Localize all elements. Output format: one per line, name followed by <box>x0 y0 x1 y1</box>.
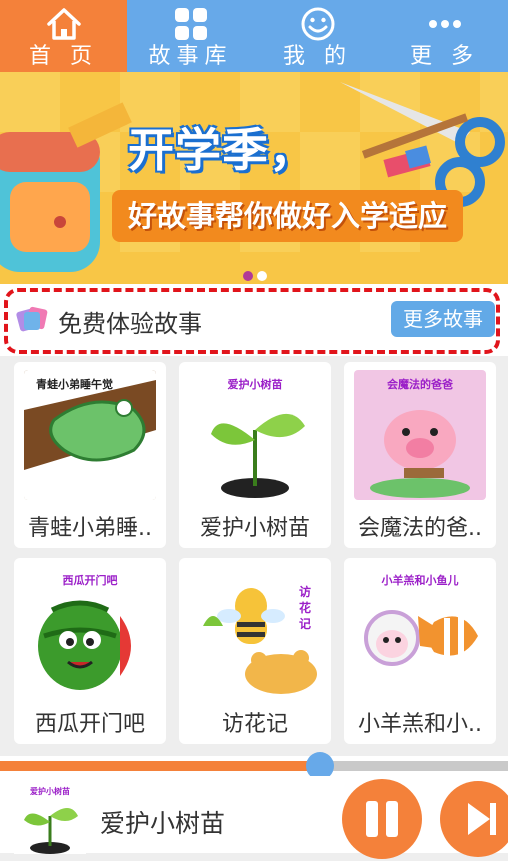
story-title: 西瓜开门吧 <box>34 712 145 737</box>
next-button[interactable] <box>440 781 508 857</box>
cards-icon <box>16 306 48 332</box>
story-card[interactable]: 青蛙小弟睡午觉 青蛙小弟睡.. <box>14 362 166 548</box>
bee-bear-illustration: 访 花 记 <box>203 584 317 694</box>
nav-label-library: 故事库 <box>148 44 233 69</box>
nav-item-library[interactable]: 故事库 <box>127 0 254 72</box>
story-cover-image: 青蛙小弟睡午觉 <box>24 370 156 500</box>
banner-subtitle: 好故事帮你做好入学适应 <box>112 190 464 242</box>
now-playing-title: 爱护小树苗 <box>100 809 226 838</box>
story-cover-caption: 青蛙小弟睡午觉 <box>36 378 113 391</box>
svg-text:花: 花 <box>299 600 311 615</box>
more-stories-button[interactable]: 更多故事 <box>391 301 495 337</box>
promo-banner[interactable]: 开学季， 好故事帮你做好入学适应 <box>0 72 508 284</box>
nav-item-more[interactable]: 更 多 <box>381 0 508 72</box>
free-stories-header: 免费体验故事 更多故事 <box>0 284 508 356</box>
banner-title: 开学季， <box>128 123 316 177</box>
story-title: 爱护小树苗 <box>199 516 310 541</box>
story-title: 青蛙小弟睡.. <box>28 516 152 541</box>
mini-player: 爱护小树苗 爱护小树苗 <box>0 776 508 859</box>
story-card[interactable]: 爱护小树苗 爱护小树苗 <box>179 362 331 548</box>
story-cover-image: 西瓜开门吧 <box>24 566 156 696</box>
section-title: 免费体验故事 <box>58 310 202 338</box>
story-cover-caption: 小羊羔和小鱼儿 <box>381 574 459 587</box>
banner-dot-active <box>243 271 253 281</box>
story-cover-caption: 爱护小树苗 <box>227 378 283 391</box>
story-card[interactable]: 西瓜开门吧 西瓜开门吧 <box>14 558 166 744</box>
story-card[interactable]: 访 花 记 访花记 <box>179 558 331 744</box>
story-card[interactable]: 会魔法的爸爸 会魔法的爸.. <box>344 362 496 548</box>
story-cover-image: 访 花 记 <box>189 566 321 696</box>
story-title: 访花记 <box>221 712 288 737</box>
story-title: 小羊羔和小.. <box>358 712 482 737</box>
story-card[interactable]: 小羊羔和小鱼儿 小羊羔和小.. <box>344 558 496 744</box>
story-cover-image: 爱护小树苗 <box>189 370 321 500</box>
player-cover-image: 爱护小树苗 <box>14 784 86 854</box>
progress-fill <box>0 761 321 771</box>
story-cover-image: 小羊羔和小鱼儿 <box>354 566 486 696</box>
story-cover-caption: 西瓜开门吧 <box>62 574 118 587</box>
nav-item-home[interactable]: 首 页 <box>0 0 127 72</box>
grid-icon <box>171 4 211 44</box>
nav-label-mine: 我 的 <box>283 44 352 69</box>
story-title: 会魔法的爸.. <box>358 516 482 541</box>
nav-label-more: 更 多 <box>410 44 479 69</box>
progress-track <box>0 752 508 780</box>
smiley-icon <box>298 4 338 44</box>
svg-text:记: 记 <box>299 617 311 631</box>
svg-text:访: 访 <box>299 584 311 599</box>
pause-button[interactable] <box>342 779 422 859</box>
banner-dot <box>257 271 267 281</box>
story-cover-caption: 会魔法的爸爸 <box>387 378 453 391</box>
story-cover-image: 会魔法的爸爸 <box>354 370 486 500</box>
skip-next-icon <box>468 803 496 835</box>
playback-progress[interactable] <box>0 752 508 780</box>
more-dots-icon <box>425 4 465 44</box>
player-cover-caption: 爱护小树苗 <box>30 787 70 796</box>
top-nav: 首 页 故事库 我 的 更 多 <box>0 0 508 72</box>
story-grid: 青蛙小弟睡午觉 青蛙小弟睡.. 爱护小树苗 爱护小树苗 会魔法的爸爸 会魔法的爸… <box>0 356 508 756</box>
nav-label-home: 首 页 <box>29 44 98 69</box>
nav-item-mine[interactable]: 我 的 <box>254 0 381 72</box>
banner-pagination <box>243 271 267 281</box>
home-icon <box>44 4 84 44</box>
pause-icon <box>386 801 398 837</box>
pause-icon <box>366 801 378 837</box>
